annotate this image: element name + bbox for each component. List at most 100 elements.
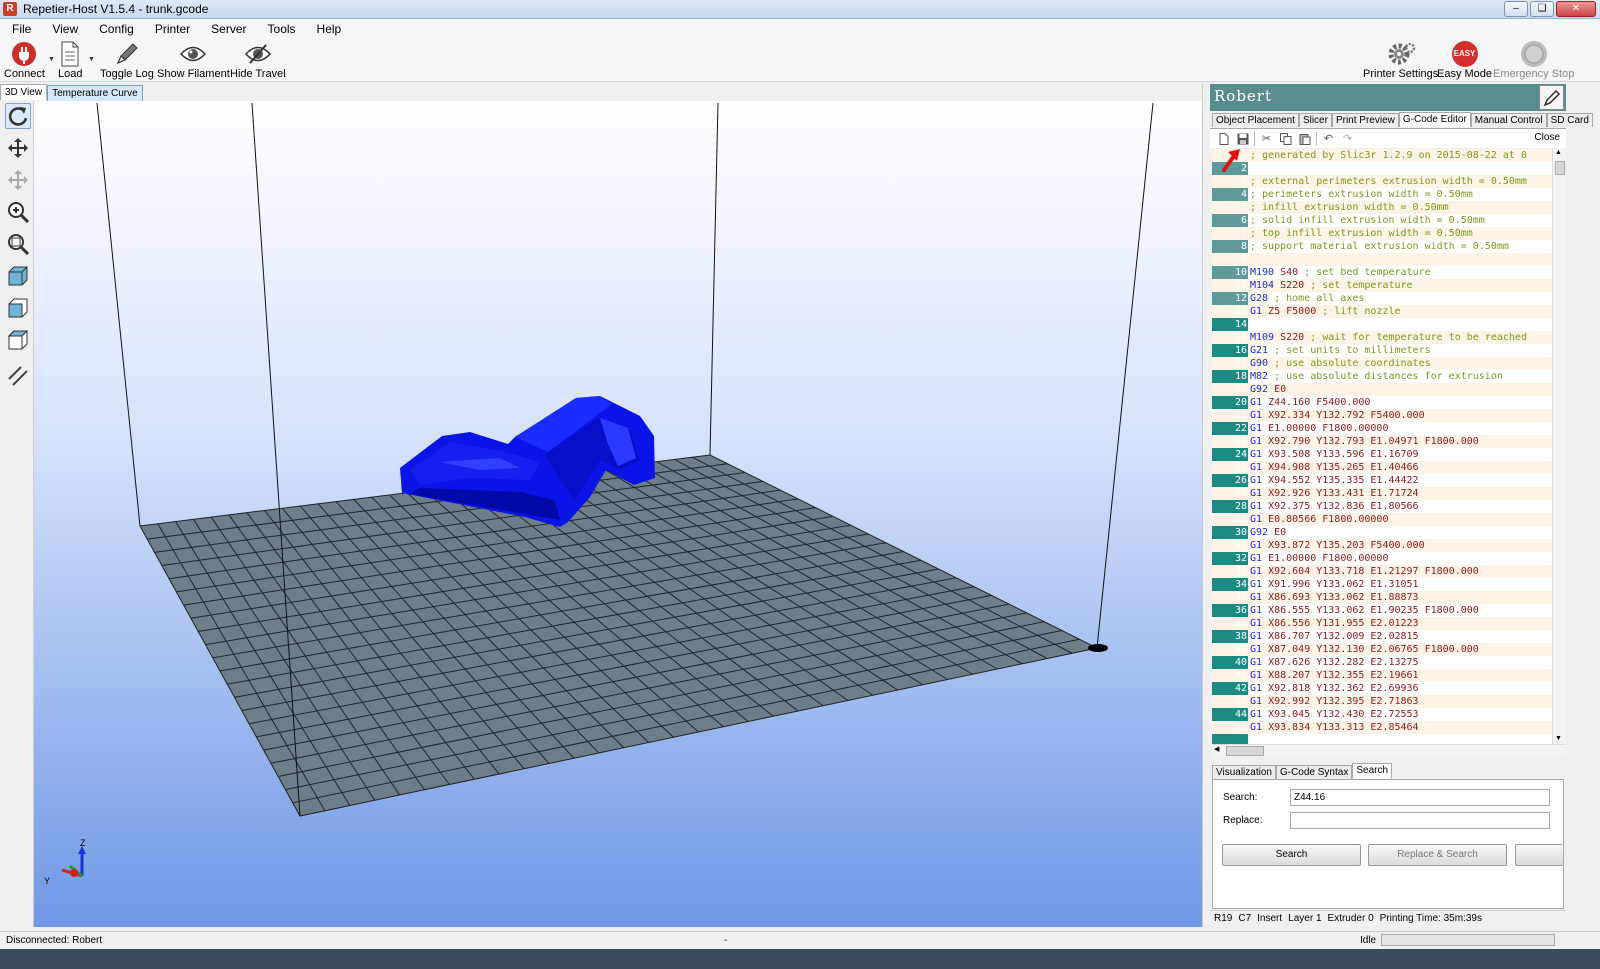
code-line[interactable]: 4; perimeters extrusion width = 0.50mm	[1212, 188, 1552, 201]
scroll-up-icon[interactable]: ▲	[1555, 149, 1562, 156]
move-icon[interactable]	[5, 135, 31, 161]
code-line[interactable]: 40 G1 X87.626 Y132.282 E2.13275	[1212, 656, 1552, 669]
code-line[interactable]: 41 G1 X88.207 Y132.355 E2.19661	[1212, 669, 1552, 682]
menu-view[interactable]: View	[40, 22, 87, 36]
code-line[interactable]: 45 G1 X93.834 Y133.313 E2.85464	[1212, 721, 1552, 734]
new-file-icon[interactable]	[1214, 131, 1233, 147]
tab-search[interactable]: Search	[1352, 763, 1393, 779]
tab-slicer[interactable]: Slicer	[1298, 113, 1332, 127]
tab-print-preview[interactable]: Print Preview	[1331, 113, 1399, 127]
code-line[interactable]: 6; solid infill extrusion width = 0.50mm	[1212, 214, 1552, 227]
search-button[interactable]: Search	[1222, 844, 1361, 866]
code-line[interactable]: 28 G1 X92.375 Y132.836 E1.80566	[1212, 500, 1552, 513]
show-filament-button[interactable]: Show Filament	[157, 40, 230, 80]
close-button[interactable]: ✕	[1556, 1, 1596, 17]
tab-3d-view[interactable]: 3D View	[0, 84, 48, 100]
code-line[interactable]: 42 G1 X92.818 Y132.362 E2.69936	[1212, 682, 1552, 695]
code-line[interactable]: 29 G1 E0.80566 F1800.00000	[1212, 513, 1552, 526]
replace-all-button[interactable]	[1515, 844, 1563, 866]
code-line[interactable]: 24 G1 X93.508 Y133.596 E1.16709	[1212, 448, 1552, 461]
code-line[interactable]: 23 G1 X92.790 Y132.793 E1.04971 F1800.000	[1212, 435, 1552, 448]
code-line[interactable]: 37 G1 X86.556 Y131.955 E2.01223	[1212, 617, 1552, 630]
hscroll-thumb[interactable]	[1226, 746, 1264, 756]
code-line[interactable]: 43 G1 X92.992 Y132.395 E2.71863	[1212, 695, 1552, 708]
load-dropdown-icon[interactable]: ▼	[88, 56, 95, 63]
connect-dropdown-icon[interactable]: ▼	[48, 56, 55, 63]
parallel-projection-icon[interactable]	[5, 363, 31, 389]
tab-gcode-editor[interactable]: G-Code Editor	[1398, 112, 1471, 127]
code-line[interactable]: 36 G1 X86.555 Y133.062 E1.90235 F1800.000	[1212, 604, 1552, 617]
code-line[interactable]: 32 G1 E1.00000 F1800.00000	[1212, 552, 1552, 565]
code-line[interactable]: 18 M82 ; use absolute distances for extru…	[1212, 370, 1552, 383]
tab-manual-control[interactable]: Manual Control	[1470, 113, 1547, 127]
menu-help[interactable]: Help	[305, 22, 351, 36]
copy-icon[interactable]	[1276, 131, 1295, 147]
code-line[interactable]: 13 G1 Z5 F5000 ; lift nozzle	[1212, 305, 1552, 318]
panel-splitter[interactable]	[1202, 84, 1210, 927]
code-line[interactable]: 5; infill extrusion width = 0.50mm	[1212, 201, 1552, 214]
code-line[interactable]: 17 G90 ; use absolute coordinates	[1212, 357, 1552, 370]
toggle-log-button[interactable]: Toggle Log	[100, 40, 154, 80]
replace-and-search-button[interactable]: Replace & Search	[1368, 844, 1507, 866]
code-line[interactable]: 38 G1 X86.707 Y132.009 E2.02815	[1212, 630, 1552, 643]
tab-sd-card[interactable]: SD Card	[1546, 113, 1593, 127]
code-line[interactable]: 33 G1 X92.604 Y133.718 E1.21297 F1800.000	[1212, 565, 1552, 578]
code-line[interactable]: 19 G92 E0	[1212, 383, 1552, 396]
code-line[interactable]: 1; generated by Slic3r 1.2.9 on 2015-08-…	[1212, 149, 1552, 162]
code-line[interactable]: 25 G1 X94.908 Y135.265 E1.40466	[1212, 461, 1552, 474]
scroll-down-icon[interactable]: ▼	[1555, 735, 1562, 742]
gcode-editor[interactable]: 1; generated by Slic3r 1.2.9 on 2015-08-…	[1212, 149, 1552, 744]
code-line[interactable]: 15 M109 S220 ; wait for temperature to be…	[1212, 331, 1552, 344]
zoom-icon[interactable]	[5, 199, 31, 225]
code-line[interactable]: 31 G1 X93.872 Y135.203 F5400.000	[1212, 539, 1552, 552]
paste-icon[interactable]	[1295, 131, 1314, 147]
code-line[interactable]: 21 G1 X92.334 Y132.792 F5400.000	[1212, 409, 1552, 422]
code-line[interactable]: 39 G1 X87.049 Y132.130 E2.06765 F1800.000	[1212, 643, 1552, 656]
front-view-icon[interactable]	[5, 295, 31, 321]
top-view-icon[interactable]	[5, 327, 31, 353]
move-object-icon[interactable]	[5, 167, 31, 193]
menu-printer[interactable]: Printer	[143, 22, 199, 36]
code-line[interactable]: 3; external perimeters extrusion width =…	[1212, 175, 1552, 188]
code-line[interactable]: 2	[1212, 162, 1552, 175]
edit-printer-button[interactable]	[1539, 85, 1564, 110]
3d-viewport[interactable]: Z Y	[34, 101, 1202, 927]
replace-input[interactable]	[1290, 812, 1550, 829]
redo-icon[interactable]: ↷	[1338, 131, 1357, 147]
code-line[interactable]: 7; top infill extrusion width = 0.50mm	[1212, 227, 1552, 240]
code-line[interactable]: 22 G1 E1.00000 F1800.00000	[1212, 422, 1552, 435]
code-line[interactable]: 27 G1 X92.926 Y133.431 E1.71724	[1212, 487, 1552, 500]
scroll-thumb[interactable]	[1555, 161, 1565, 175]
code-line[interactable]: 9	[1212, 253, 1552, 266]
connect-button[interactable]: Connect	[4, 40, 45, 80]
undo-icon[interactable]: ↶	[1319, 131, 1338, 147]
tab-gcode-syntax[interactable]: G-Code Syntax	[1275, 765, 1353, 779]
cut-icon[interactable]: ✂	[1257, 131, 1276, 147]
search-input[interactable]	[1290, 789, 1550, 806]
code-line[interactable]: 35 G1 X86.693 Y133.062 E1.88873	[1212, 591, 1552, 604]
save-icon[interactable]	[1233, 131, 1252, 147]
code-line[interactable]: 26 G1 X94.552 Y135.335 E1.44422	[1212, 474, 1552, 487]
editor-horizontal-scrollbar[interactable]: ◀	[1212, 744, 1566, 757]
tab-temperature-curve[interactable]: Temperature Curve	[47, 85, 143, 101]
code-line[interactable]: 30 G92 E0	[1212, 526, 1552, 539]
code-line[interactable]: 8; support material extrusion width = 0.…	[1212, 240, 1552, 253]
code-line[interactable]: 34 G1 X91.996 Y133.062 E1.31051	[1212, 578, 1552, 591]
hide-travel-button[interactable]: Hide Travel	[230, 40, 286, 80]
printer-settings-button[interactable]: Printer Settings	[1363, 40, 1438, 80]
load-button[interactable]: Load	[58, 40, 82, 80]
isometric-view-icon[interactable]	[5, 263, 31, 289]
minimize-button[interactable]: –	[1504, 1, 1528, 17]
code-line[interactable]: 44 G1 X93.045 Y132.430 E2.72553	[1212, 708, 1552, 721]
code-line[interactable]: 10 M190 S40 ; set bed temperature	[1212, 266, 1552, 279]
fit-view-icon[interactable]	[5, 231, 31, 257]
tab-visualization[interactable]: Visualization	[1212, 765, 1276, 779]
code-line[interactable]: 20 G1 Z44.160 F5400.000	[1212, 396, 1552, 409]
tab-object-placement[interactable]: Object Placement	[1212, 113, 1299, 127]
code-line[interactable]: 12 G28 ; home all axes	[1212, 292, 1552, 305]
menu-config[interactable]: Config	[87, 22, 143, 36]
code-line[interactable]: 16 G21 ; set units to millimeters	[1212, 344, 1552, 357]
scroll-left-icon[interactable]: ◀	[1214, 745, 1219, 753]
close-editor-button[interactable]: Close	[1534, 132, 1560, 143]
easy-mode-button[interactable]: EASY Easy Mode	[1437, 40, 1492, 80]
